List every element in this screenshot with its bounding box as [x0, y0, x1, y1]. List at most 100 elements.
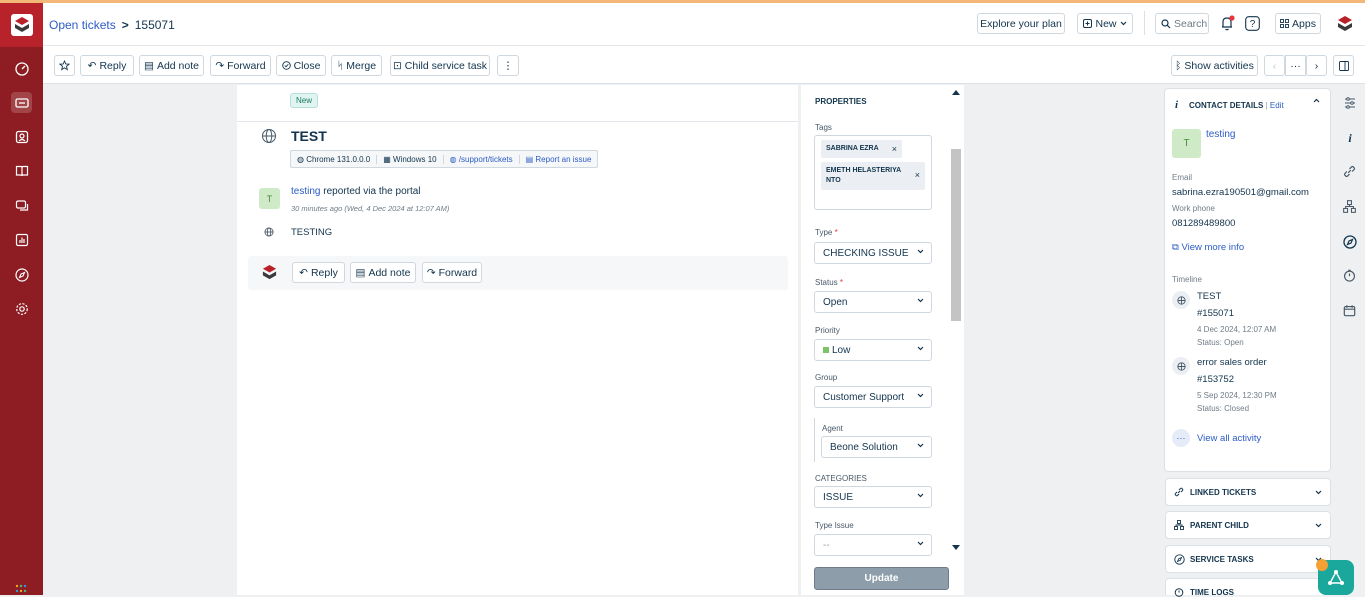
link-icon [1174, 487, 1184, 497]
reply-icon: ↶ [87, 59, 97, 72]
search-button[interactable]: Search [1155, 13, 1209, 34]
close-button[interactable]: Close [276, 55, 326, 76]
add-note-button[interactable]: ▤ Add note [350, 262, 416, 283]
linked-tickets-section[interactable]: LINKED TICKETS [1165, 478, 1331, 506]
priority-select[interactable]: Low [814, 339, 932, 361]
tickets-icon[interactable] [11, 92, 32, 113]
scroll-thumb[interactable] [951, 149, 961, 321]
info-panel-icon[interactable]: i [1343, 131, 1357, 145]
type-issue-select[interactable]: -- [814, 534, 932, 556]
notifications-icon[interactable] [1220, 15, 1236, 32]
timeline-item-id[interactable]: #155071 [1197, 308, 1234, 319]
star-button[interactable] [54, 55, 75, 76]
filter-sliders-icon[interactable] [1343, 96, 1357, 110]
contacts-icon[interactable] [11, 126, 32, 147]
group-select[interactable]: Customer Support [814, 386, 932, 408]
timeline-item-title[interactable]: TEST [1197, 291, 1221, 302]
report-issue-link[interactable]: ▤ Report an issue [520, 155, 598, 164]
reply-button[interactable]: ↶ Reply [292, 262, 345, 283]
prev-ticket-button[interactable]: ‹ [1264, 55, 1285, 76]
forward-button[interactable]: ↷ Forward [422, 262, 482, 283]
reply-button[interactable]: ↶ Reply [80, 55, 134, 76]
activities-icon: ᛒ [1175, 59, 1182, 72]
link-icon[interactable] [1343, 165, 1357, 179]
toggle-sidebar-button[interactable] [1333, 55, 1354, 76]
globe-icon [261, 128, 277, 144]
new-button[interactable]: New [1077, 13, 1133, 34]
contact-email: sabrina.ezra190501@gmail.com [1172, 187, 1309, 198]
compass-icon[interactable] [1343, 235, 1357, 249]
info-icon: i [1175, 99, 1179, 111]
note-icon: ▤ [144, 59, 154, 72]
time-logs-section[interactable]: TIME LOGS [1165, 578, 1331, 597]
forward-icon: ↷ [215, 59, 225, 72]
app-sidebar [0, 3, 43, 595]
ticket-meta-bar: ◍ Chrome 131.0.0.0 ▦ Windows 10 ◍ /suppo… [290, 150, 599, 168]
hierarchy-icon[interactable] [1343, 200, 1357, 214]
dashboard-icon[interactable] [11, 58, 32, 79]
requester-link[interactable]: testing [291, 186, 320, 197]
remove-tag-icon[interactable]: × [892, 144, 897, 154]
portal-path-link[interactable]: ◍ /support/tickets [444, 154, 520, 164]
timeline-item-date: 4 Dec 2024, 12:07 AM [1197, 325, 1277, 334]
solutions-icon[interactable] [11, 160, 32, 181]
reply-icon: ↶ [299, 266, 308, 279]
agent-avatar [261, 264, 278, 281]
apps-grid-icon[interactable] [15, 584, 27, 594]
explore-icon[interactable] [11, 264, 32, 285]
contact-name[interactable]: testing [1206, 129, 1235, 140]
categories-select[interactable]: ISSUE [814, 486, 932, 508]
status-select[interactable]: Open [814, 291, 932, 313]
properties-scrollbar[interactable] [948, 85, 964, 555]
tags-field[interactable]: SABRINA EZRA × EMETH HELASTERIYA NTO × [814, 135, 932, 210]
forward-button[interactable]: ↷ Forward [210, 55, 271, 76]
add-note-button[interactable]: ▤ Add note [139, 55, 204, 76]
priority-color-swatch [823, 347, 829, 353]
update-button[interactable]: Update [814, 567, 949, 590]
ticket-nav-more-button[interactable]: ··· [1285, 55, 1306, 76]
edit-contact-link[interactable]: Edit [1270, 101, 1284, 110]
report-icon: ▤ [525, 154, 536, 164]
calendar-icon[interactable] [1343, 304, 1357, 318]
breadcrumb-open-tickets[interactable]: Open tickets [49, 18, 116, 32]
scroll-up-icon[interactable] [952, 89, 960, 95]
merge-button[interactable]: ᛋ Merge [331, 55, 382, 76]
reports-icon[interactable] [11, 229, 32, 250]
star-icon [59, 60, 70, 71]
chrome-icon: ◍ [297, 154, 307, 164]
categories-label: CATEGORIES [815, 474, 867, 483]
scroll-down-icon[interactable] [952, 545, 960, 551]
child-service-task-button[interactable]: ⊡ Child service task [390, 55, 490, 76]
next-ticket-button[interactable]: › [1306, 55, 1327, 76]
breadcrumb: Open tickets > 155071 [49, 18, 175, 32]
requester-avatar: T [259, 188, 280, 209]
remove-tag-icon[interactable]: × [915, 170, 920, 180]
timeline-item-date: 5 Sep 2024, 12:30 PM [1197, 391, 1277, 400]
help-icon[interactable]: ? [1245, 16, 1260, 31]
chevron-up-icon[interactable] [1313, 98, 1320, 103]
type-select[interactable]: CHECKING ISSUE [814, 242, 932, 264]
profile-avatar[interactable] [1336, 15, 1354, 33]
agent-select[interactable]: Beone Solution [821, 436, 932, 458]
app-logo[interactable] [0, 3, 43, 47]
conversations-icon[interactable] [11, 195, 32, 216]
timeline-globe-icon [1172, 357, 1190, 375]
contact-details-card: i CONTACT DETAILS | Edit T testing Email… [1164, 88, 1331, 472]
view-more-info-link[interactable]: ⧉ View more info [1172, 242, 1244, 253]
parent-child-section[interactable]: PARENT CHILD [1165, 511, 1331, 539]
more-actions-button[interactable]: ⋮ [497, 55, 519, 76]
show-activities-button[interactable]: ᛒ Show activities [1171, 55, 1258, 76]
view-all-activity-link[interactable]: View all activity [1197, 433, 1261, 444]
service-tasks-section[interactable]: SERVICE TASKS [1165, 545, 1331, 573]
phone-label: Work phone [1172, 204, 1215, 213]
search-icon [1161, 18, 1171, 28]
timeline-item-title[interactable]: error sales order [1197, 357, 1267, 368]
timeline-item-id[interactable]: #153752 [1197, 374, 1234, 385]
group-label: Group [815, 373, 838, 382]
explore-plan-button[interactable]: Explore your plan [977, 13, 1065, 34]
settings-icon[interactable] [11, 298, 32, 319]
forward-icon: ↷ [426, 266, 436, 279]
timer-icon[interactable] [1343, 269, 1357, 283]
logo-icon [10, 14, 33, 36]
apps-button[interactable]: Apps [1275, 13, 1321, 34]
